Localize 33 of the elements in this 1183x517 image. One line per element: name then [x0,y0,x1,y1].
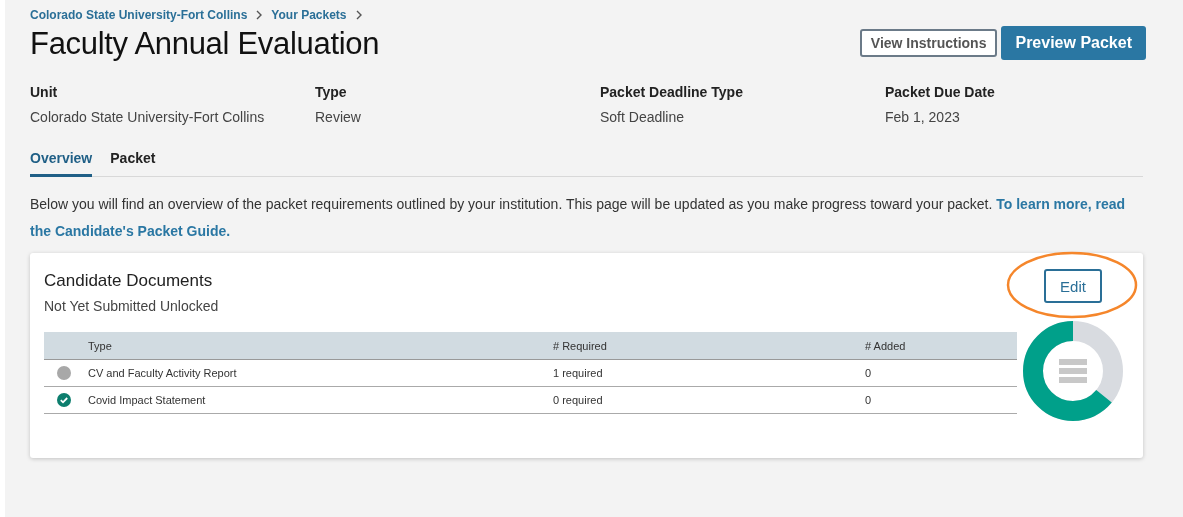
column-header: Type [88,339,113,352]
tab[interactable]: Overview [30,150,93,177]
detail-value: Soft Deadline [600,109,686,125]
server-icon [1059,359,1087,383]
detail-label: Unit [30,84,59,100]
card-status: Not Yet Submitted Unlocked [44,298,220,314]
detail-value: Feb 1, 2023 [885,109,961,125]
breadcrumb-link[interactable]: Colorado State University-Fort Collins [30,8,248,22]
table-cell-text: 0 required [553,394,604,406]
breadcrumb-link[interactable]: Your Packets [271,8,347,22]
column-header: # Added [865,339,907,352]
intro-paragraph: Below you will find an overview of the packet requirements outlined by your institution. This page will be updated as you make progress toward your packet. To learn more, read the Candidate's Packet Guide. [30,195,1127,241]
preview-button[interactable]: Preview Packet [1001,26,1146,60]
table-cell-text: 1 required [553,367,604,379]
guide-link[interactable]: To learn more, read [996,196,1126,212]
tab[interactable]: Packet [110,150,156,177]
detail-value: Colorado State University-Fort Collins [30,109,266,125]
table-cell-text: 0 [865,394,873,406]
table-cell-text: CV and Faculty Activity Report [88,367,238,379]
column-header: # Required [553,339,608,352]
table-cell-text: Covid Impact Statement [88,394,207,406]
guide-link[interactable]: the Candidate's Packet Guide. [30,223,231,239]
detail-label: Packet Due Date [885,84,996,100]
detail-label: Packet Deadline Type [600,84,744,100]
page-title: Faculty Annual Evaluation [30,26,380,62]
detail-value: Review [315,109,362,125]
detail-label: Type [315,84,348,100]
table-cell-text: 0 [865,367,873,379]
chevron-icon [354,10,363,20]
instructions-button[interactable]: View Instructions [859,29,998,57]
chevron-icon [255,10,264,20]
edit-button[interactable]: Edit [1044,269,1102,303]
card-title: Candidate Documents [44,271,214,291]
